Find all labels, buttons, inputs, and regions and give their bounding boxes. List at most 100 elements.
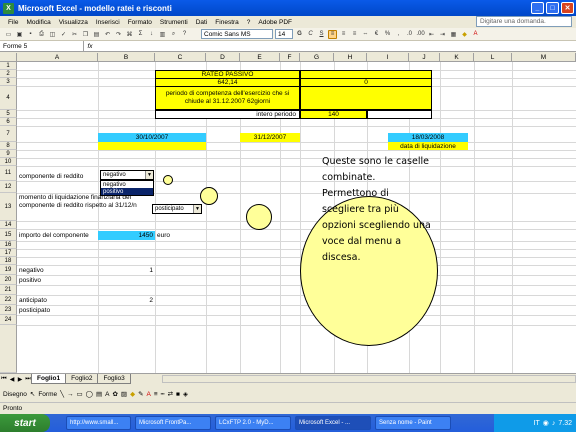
cell-intero-periodo[interactable]: intero periodo: [155, 110, 300, 119]
cell-a15[interactable]: importo del componente: [19, 231, 99, 239]
open-icon[interactable]: ▣: [15, 30, 24, 39]
align-right-icon[interactable]: ≡: [350, 30, 359, 39]
first-sheet-icon[interactable]: ⏮: [0, 376, 8, 383]
line-icon[interactable]: ╲: [60, 390, 64, 398]
chevron-down-icon[interactable]: ▼: [145, 171, 153, 179]
new-icon[interactable]: ▭: [4, 30, 13, 39]
cell-a22[interactable]: anticipato: [19, 296, 79, 304]
increase-indent-icon[interactable]: ⇥: [438, 30, 447, 39]
menu-inserisci[interactable]: Inserisci: [92, 19, 124, 26]
col-header-h[interactable]: H: [334, 53, 367, 62]
underline-icon[interactable]: S: [317, 30, 326, 39]
cell-b8[interactable]: [98, 142, 206, 150]
clipart-icon[interactable]: ✿: [112, 390, 117, 398]
fill-color-icon[interactable]: ◆: [130, 390, 135, 398]
percent-icon[interactable]: %: [383, 30, 392, 39]
row-header[interactable]: 20: [0, 275, 17, 285]
horizontal-scrollbar[interactable]: [162, 375, 576, 383]
shadow-icon[interactable]: ■: [176, 391, 180, 398]
row-header[interactable]: 2: [0, 70, 17, 78]
col-header-a[interactable]: A: [17, 53, 98, 62]
task-lcxftp[interactable]: LCxFTP 2.0 - MyD...: [215, 416, 291, 430]
combo-option-positivo[interactable]: positivo: [101, 188, 153, 195]
arrow-icon[interactable]: →: [67, 391, 74, 398]
cell-i5[interactable]: [367, 110, 432, 119]
cell-b15[interactable]: 1450: [98, 231, 155, 240]
row-header[interactable]: 14: [0, 221, 17, 229]
row-header[interactable]: 24: [0, 315, 17, 325]
preview-icon[interactable]: ◫: [48, 30, 57, 39]
task-browser[interactable]: http://www.small...: [66, 416, 131, 430]
tray-icon[interactable]: ◉: [543, 419, 549, 427]
col-header-f[interactable]: F: [280, 53, 300, 62]
fill-color-icon[interactable]: ◆: [460, 30, 469, 39]
menu-strumenti[interactable]: Strumenti: [156, 19, 192, 26]
decrease-indent-icon[interactable]: ⇤: [427, 30, 436, 39]
row-header[interactable]: 9: [0, 150, 17, 158]
row-header[interactable]: 10: [0, 158, 17, 166]
line-style-icon[interactable]: ≡: [154, 391, 158, 398]
undo-icon[interactable]: ↶: [103, 30, 112, 39]
cell-j8[interactable]: data di liquidazione: [388, 142, 468, 150]
row-header[interactable]: 12: [0, 181, 17, 193]
arrow-style-icon[interactable]: ⇄: [168, 390, 173, 398]
cell-c15[interactable]: euro: [157, 231, 187, 239]
row-header[interactable]: 23: [0, 305, 17, 315]
increase-decimal-icon[interactable]: .0: [405, 30, 414, 39]
col-header-m[interactable]: M: [512, 53, 576, 62]
cell-a13[interactable]: momento di liquidazione finanziaria del …: [19, 194, 139, 220]
sort-asc-icon[interactable]: ↓: [147, 30, 156, 39]
cell-b22[interactable]: 2: [98, 296, 153, 304]
row-header[interactable]: 22: [0, 295, 17, 305]
name-box[interactable]: Forme 5: [0, 40, 84, 52]
menu-modifica[interactable]: Modifica: [22, 19, 54, 26]
italic-icon[interactable]: C: [306, 30, 315, 39]
row-header[interactable]: 8: [0, 142, 17, 150]
row-header[interactable]: 15: [0, 229, 17, 241]
draw-menu[interactable]: Disegno: [3, 391, 27, 398]
redo-icon[interactable]: ↷: [114, 30, 123, 39]
row-header[interactable]: 13: [0, 193, 17, 221]
row-header[interactable]: 11: [0, 166, 17, 181]
language-indicator[interactable]: IT: [534, 420, 540, 427]
menu-adobe-pdf[interactable]: Adobe PDF: [254, 19, 296, 26]
row-header[interactable]: 17: [0, 249, 17, 257]
row-header[interactable]: 6: [0, 118, 17, 126]
col-header-e[interactable]: E: [240, 53, 280, 62]
col-header-d[interactable]: D: [206, 53, 240, 62]
close-button[interactable]: ✕: [561, 2, 574, 14]
combo-componente-list[interactable]: negativo positivo: [100, 180, 154, 196]
cell-a11[interactable]: componente di reddito: [19, 172, 99, 180]
cell-a19[interactable]: negativo: [19, 266, 79, 274]
combo-option-negativo[interactable]: negativo: [101, 181, 153, 188]
cell-j7[interactable]: 18/03/2008: [388, 133, 468, 142]
autosum-icon[interactable]: Σ: [136, 30, 145, 39]
align-left-icon[interactable]: ≡: [328, 29, 337, 39]
col-header-b[interactable]: B: [98, 53, 155, 62]
volume-icon[interactable]: ♪: [552, 420, 556, 427]
3d-icon[interactable]: ◈: [183, 390, 188, 398]
cell-a23[interactable]: posticipato: [19, 306, 79, 314]
oval-icon[interactable]: ◯: [86, 390, 93, 398]
col-header-i[interactable]: I: [367, 53, 409, 62]
row-header[interactable]: 16: [0, 241, 17, 249]
task-excel[interactable]: Microsoft Excel - ...: [295, 416, 371, 430]
cell-h4[interactable]: [300, 86, 432, 110]
merge-center-icon[interactable]: ⇔: [361, 30, 370, 39]
col-header-c[interactable]: C: [155, 53, 206, 62]
print-icon[interactable]: ⎙: [37, 30, 46, 39]
select-arrow-icon[interactable]: ↖: [30, 390, 35, 398]
cell-e7[interactable]: 31/12/2007: [240, 133, 300, 142]
tab-foglio1[interactable]: Foglio1: [31, 374, 67, 384]
help-icon[interactable]: ?: [180, 30, 189, 39]
font-select[interactable]: Comic Sans MS: [201, 29, 273, 39]
cell-periodo[interactable]: periodo di competenza dell'esercizio che…: [155, 86, 300, 110]
minimize-button[interactable]: _: [531, 2, 544, 14]
row-header[interactable]: 18: [0, 257, 17, 265]
image-icon[interactable]: ▨: [121, 390, 127, 398]
select-all-corner[interactable]: [0, 53, 17, 62]
start-button[interactable]: start: [0, 414, 50, 432]
chart-icon[interactable]: ▥: [158, 30, 167, 39]
row-header[interactable]: 21: [0, 285, 17, 295]
cell-b19[interactable]: 1: [98, 266, 153, 274]
